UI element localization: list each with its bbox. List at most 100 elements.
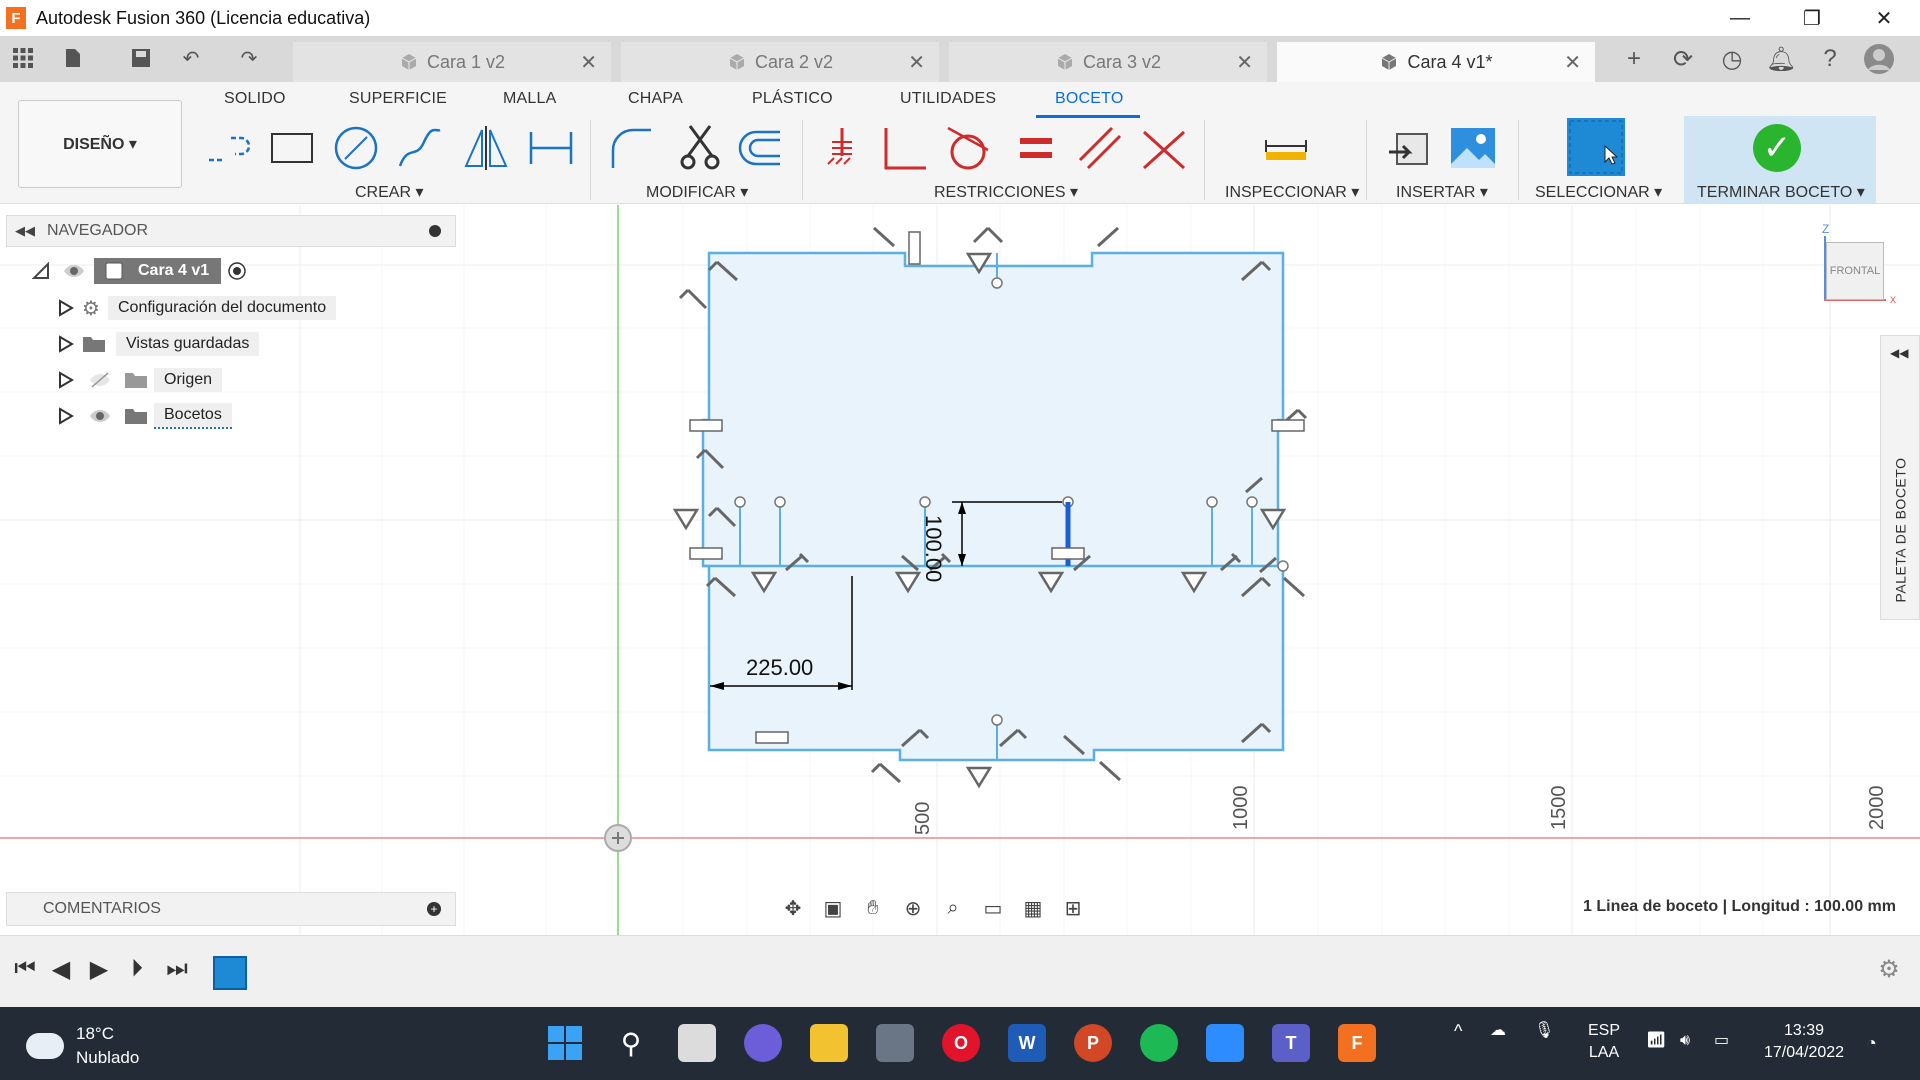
equal-constraint-icon[interactable]	[1012, 124, 1060, 172]
clock[interactable]: 13:39 17/04/2022	[1764, 1020, 1844, 1064]
collapse-panel-icon[interactable]: ◀◀	[15, 223, 35, 239]
workspace-dropdown[interactable]: DISEÑO ▾	[18, 100, 182, 188]
volume-icon[interactable]: 🔊︎	[1680, 1030, 1690, 1052]
insertar-menu[interactable]: INSERTAR ▾	[1396, 182, 1488, 202]
sketch-dimension-icon[interactable]	[527, 124, 575, 172]
tab-cara-2[interactable]: Cara 2 v2 ✕	[621, 42, 939, 82]
microphone-icon[interactable]: 🎙︎	[1534, 1020, 1554, 1042]
navigator-item-sketches[interactable]: Bocetos	[58, 402, 232, 430]
user-avatar[interactable]	[1864, 44, 1894, 74]
ribbon-tab-boceto[interactable]: BOCETO	[1055, 90, 1123, 108]
expand-triangle-icon[interactable]	[58, 299, 74, 317]
parallel-constraint-icon[interactable]	[1076, 124, 1124, 172]
expand-triangle-icon[interactable]	[58, 371, 74, 389]
tab-cara-1[interactable]: Cara 1 v2 ✕	[293, 42, 611, 82]
opera-browser-icon[interactable]: O	[942, 1024, 980, 1062]
dimension-100-label[interactable]: 100.00	[920, 515, 946, 582]
navigator-item-origin[interactable]: Origen	[58, 366, 223, 394]
tab-close-icon[interactable]: ✕	[1564, 50, 1581, 75]
help-icon[interactable]: ?	[1815, 44, 1845, 74]
collapse-triangle-icon[interactable]	[32, 262, 50, 280]
comments-panel[interactable]: COMENTARIOS +	[6, 892, 456, 926]
data-panel-icon[interactable]	[10, 45, 36, 71]
windows-start-icon[interactable]	[546, 1024, 584, 1062]
search-icon[interactable]: ⚲	[612, 1024, 650, 1062]
seleccionar-menu[interactable]: SELECCIONAR ▾	[1535, 182, 1662, 202]
grid-settings-icon[interactable]: ▦	[1018, 893, 1048, 923]
tangent-constraint-icon[interactable]	[944, 124, 992, 172]
view-cube[interactable]: FRONTAL	[1826, 242, 1884, 300]
fit-zoom-icon[interactable]: ⌕	[938, 893, 968, 923]
tab-close-icon[interactable]: ✕	[908, 50, 925, 75]
chat-icon[interactable]	[744, 1024, 782, 1062]
fillet-tool-icon[interactable]	[607, 124, 655, 172]
measure-ruler-icon[interactable]	[1262, 124, 1310, 172]
fix-constraint-icon[interactable]	[818, 124, 866, 172]
new-tab-icon[interactable]: +	[1619, 44, 1649, 74]
navigator-item-saved-views[interactable]: Vistas guardadas	[58, 330, 260, 358]
ribbon-tab-solido[interactable]: SOLIDO	[224, 90, 286, 108]
trim-scissors-icon[interactable]	[676, 124, 724, 172]
line-tool-icon[interactable]	[205, 124, 253, 172]
zoom-app-icon[interactable]	[1206, 1024, 1244, 1062]
ribbon-tab-malla[interactable]: MALLA	[503, 90, 556, 108]
coincident-constraint-icon[interactable]	[1140, 124, 1188, 172]
ribbon-tab-plastico[interactable]: PLÁSTICO	[752, 90, 833, 108]
tab-cara-3[interactable]: Cara 3 v2 ✕	[949, 42, 1267, 82]
extensions-icon[interactable]: ⟳	[1668, 44, 1698, 74]
zoom-icon[interactable]: ⊕	[898, 893, 928, 923]
rectangle-tool-icon[interactable]	[268, 124, 316, 172]
redo-icon[interactable]: ↷	[236, 45, 262, 71]
weather-widget[interactable]: 18°C Nublado	[26, 1022, 139, 1070]
play-icon[interactable]: ▶	[86, 956, 112, 983]
go-to-end-icon[interactable]: ⏭︎	[164, 955, 190, 982]
navigator-item-document-settings[interactable]: ⚙ Configuración del documento	[58, 294, 337, 322]
onedrive-cloud-icon[interactable]: ☁	[1490, 1020, 1506, 1042]
timeline-settings-gear-icon[interactable]: ⚙	[1876, 956, 1902, 983]
finish-sketch-check-icon[interactable]: ✓	[1753, 124, 1801, 172]
teams-icon[interactable]: T	[1272, 1024, 1310, 1062]
visibility-eye-icon[interactable]	[62, 262, 86, 280]
spline-tool-icon[interactable]	[396, 124, 444, 172]
tray-chevron-icon[interactable]: ^	[1454, 1020, 1462, 1042]
add-comment-icon[interactable]: +	[427, 902, 441, 916]
go-to-start-icon[interactable]: ⏮︎	[12, 955, 38, 982]
save-icon[interactable]	[128, 45, 154, 71]
tab-close-icon[interactable]: ✕	[1236, 50, 1253, 75]
undo-icon[interactable]: ↶	[178, 45, 204, 71]
perpendicular-constraint-icon[interactable]	[880, 124, 928, 172]
calculator-icon[interactable]	[876, 1024, 914, 1062]
visibility-eye-icon[interactable]	[88, 407, 112, 425]
battery-icon[interactable]: ▭	[1714, 1030, 1729, 1052]
navigator-root[interactable]: Cara 4 v1	[32, 257, 247, 285]
close-button[interactable]: ✕	[1848, 0, 1920, 36]
language-indicator[interactable]: ESP LAA	[1588, 1020, 1620, 1064]
insert-image-icon[interactable]	[1449, 124, 1497, 172]
ribbon-tab-superficie[interactable]: SUPERFICIE	[349, 90, 447, 108]
expand-palette-icon[interactable]: ◀◀	[1890, 346, 1910, 360]
display-settings-icon[interactable]: ▭	[978, 893, 1008, 923]
crear-menu[interactable]: CREAR ▾	[355, 182, 423, 202]
powerpoint-icon[interactable]: P	[1074, 1024, 1112, 1062]
task-view-icon[interactable]	[678, 1024, 716, 1062]
modificar-menu[interactable]: MODIFICAR ▾	[646, 182, 748, 202]
expand-triangle-icon[interactable]	[58, 335, 74, 353]
job-status-icon[interactable]: ◷	[1717, 44, 1747, 74]
expand-triangle-icon[interactable]	[58, 407, 74, 425]
pan-hand-icon[interactable]: ✋︎	[858, 893, 888, 923]
file-explorer-icon[interactable]	[810, 1024, 848, 1062]
restricciones-menu[interactable]: RESTRICCIONES ▾	[934, 182, 1078, 202]
minimize-button[interactable]: —	[1704, 0, 1776, 36]
insert-derive-icon[interactable]	[1385, 124, 1433, 172]
word-icon[interactable]: W	[1008, 1024, 1046, 1062]
orbit-icon[interactable]: ✥	[778, 893, 808, 923]
fusion360-taskbar-icon[interactable]: F	[1338, 1024, 1376, 1062]
notifications-icon[interactable]: ◔	[1866, 1032, 1877, 1054]
terminar-boceto-menu[interactable]: TERMINAR BOCETO ▾	[1697, 182, 1865, 202]
inspeccionar-menu[interactable]: INSPECCIONAR ▾	[1225, 182, 1359, 202]
ribbon-tab-chapa[interactable]: CHAPA	[628, 90, 683, 108]
sketch-profile[interactable]	[701, 251, 1285, 762]
tab-close-icon[interactable]: ✕	[580, 50, 597, 75]
maximize-button[interactable]: ❐	[1776, 0, 1848, 36]
tab-cara-4[interactable]: Cara 4 v1* ✕	[1277, 42, 1595, 82]
